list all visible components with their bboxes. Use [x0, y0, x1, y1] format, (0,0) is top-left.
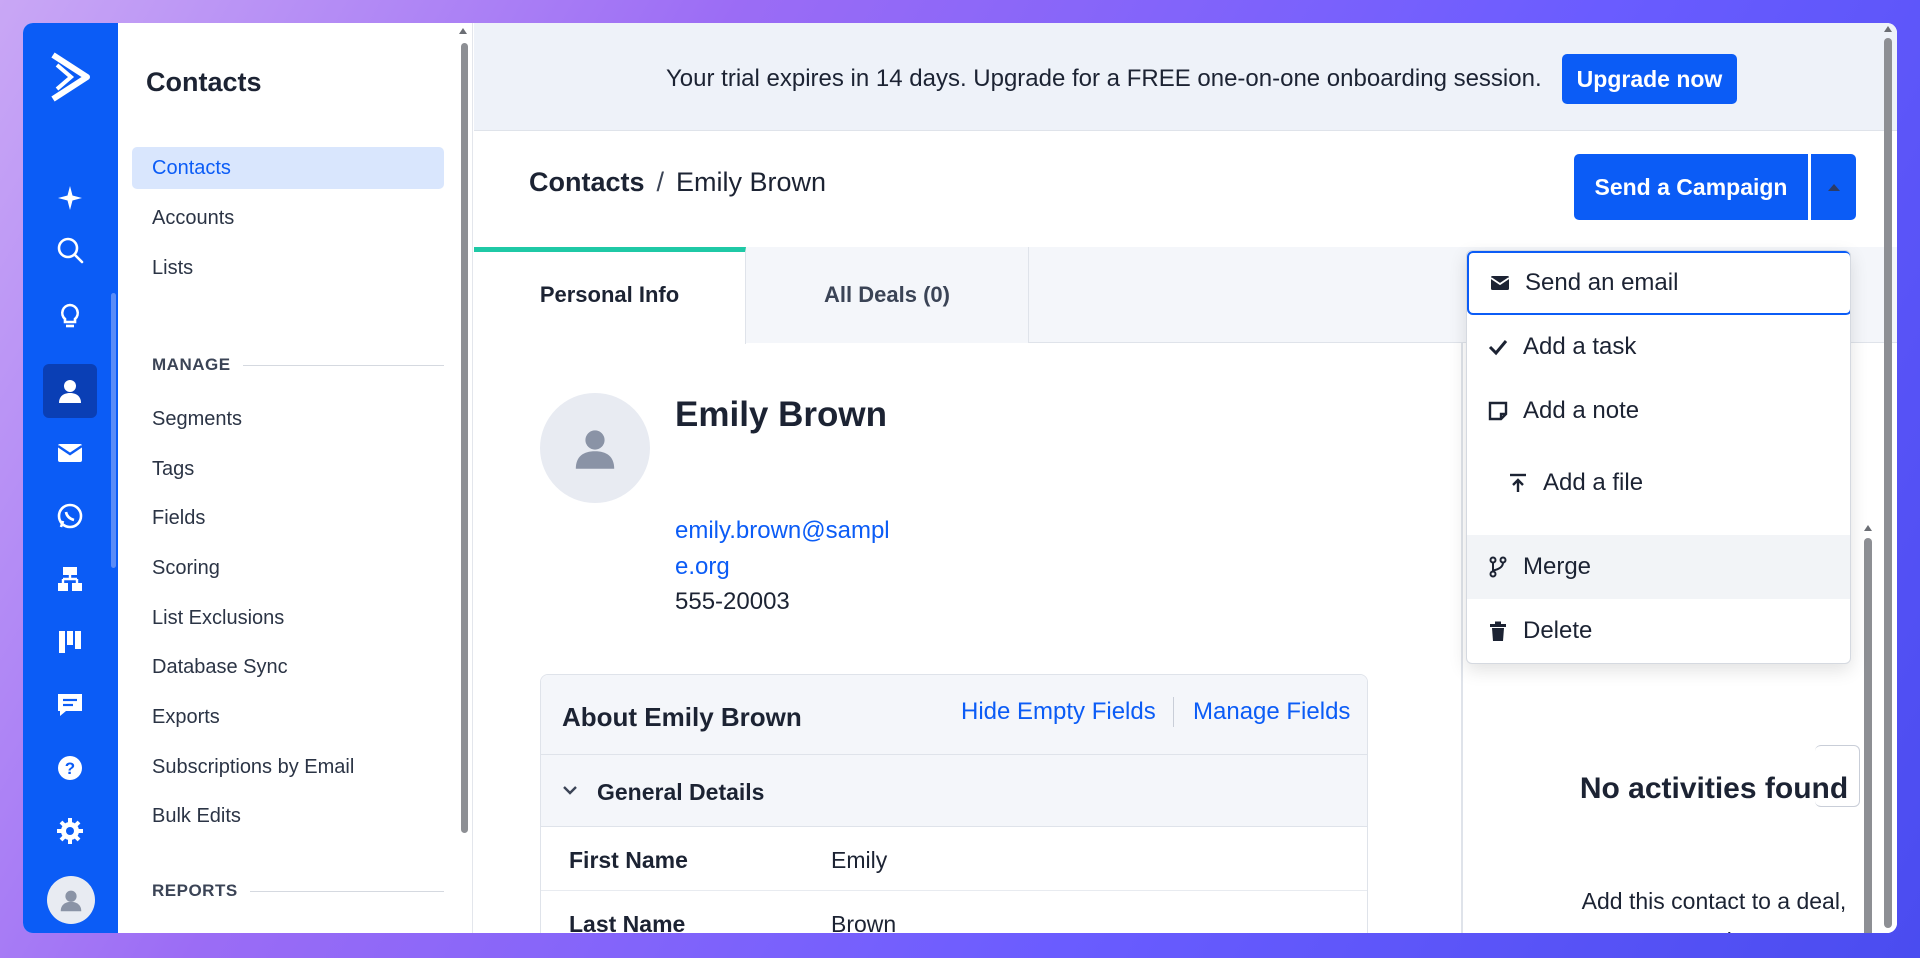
reports-section-header: REPORTS — [152, 881, 444, 901]
subnav-item-segments[interactable]: Segments — [132, 398, 444, 440]
breadcrumb-separator: / — [656, 167, 665, 197]
field-label: Last Name — [569, 911, 686, 933]
subnav-scrollbar[interactable] — [461, 43, 468, 833]
settings-icon[interactable] — [43, 804, 97, 858]
envelope-icon — [1489, 272, 1511, 294]
menu-item-add-note[interactable]: Add a note — [1467, 379, 1850, 443]
field-value[interactable]: Emily — [831, 847, 887, 874]
trial-banner-text: Your trial expires in 14 days. Upgrade f… — [666, 65, 1542, 92]
page-scrollbar[interactable] — [1884, 38, 1892, 928]
icon-rail: ? — [23, 23, 118, 933]
contact-name: Emily Brown — [675, 395, 887, 434]
subnav-item-bulk-edits[interactable]: Bulk Edits — [132, 795, 444, 837]
automations-icon[interactable] — [43, 552, 97, 606]
subnav-item-accounts[interactable]: Accounts — [132, 197, 444, 239]
about-card: About Emily Brown Hide Empty Fields Mana… — [540, 674, 1368, 933]
about-title: About Emily Brown — [562, 702, 802, 732]
field-row: Last Name Brown — [541, 891, 1367, 933]
subnav-item-list-exclusions[interactable]: List Exclusions — [132, 597, 444, 639]
trial-banner: Your trial expires in 14 days. Upgrade f… — [474, 23, 1897, 131]
menu-item-merge[interactable]: Merge — [1467, 535, 1850, 599]
contact-phone: 555-20003 — [675, 588, 790, 615]
whatsapp-icon[interactable] — [43, 489, 97, 543]
search-icon[interactable] — [43, 223, 97, 277]
menu-item-add-task[interactable]: Add a task — [1467, 315, 1850, 379]
campaign-actions-menu: Send an email Add a task Add a note Add … — [1466, 250, 1851, 664]
subnav-item-scoring[interactable]: Scoring — [132, 547, 444, 589]
send-campaign-button[interactable]: Send a Campaign — [1574, 154, 1808, 220]
checkmark-icon — [1487, 336, 1509, 358]
breadcrumb-contacts-link[interactable]: Contacts — [529, 167, 645, 197]
field-label: First Name — [569, 847, 688, 873]
link-divider — [1173, 697, 1174, 727]
lightbulb-icon[interactable] — [43, 289, 97, 343]
subnav-item-fields[interactable]: Fields — [132, 497, 444, 539]
app-window: ? Contacts Contacts Accounts Lists MANAG… — [23, 23, 1897, 933]
email-icon[interactable] — [43, 426, 97, 480]
contact-email-link[interactable]: emily.brown@sample.org — [675, 513, 895, 585]
menu-item-add-file[interactable]: Add a file — [1467, 451, 1850, 515]
menu-item-send-email[interactable]: Send an email — [1467, 251, 1850, 315]
manage-section-header: MANAGE — [152, 355, 444, 375]
breadcrumb-current: Emily Brown — [676, 167, 827, 197]
contacts-icon[interactable] — [43, 364, 97, 418]
general-details-toggle[interactable]: General Details — [541, 755, 1367, 827]
conversations-icon[interactable] — [43, 678, 97, 732]
subnav-scroll-up-arrow[interactable] — [459, 28, 467, 34]
menu-item-label: Add a task — [1523, 333, 1637, 360]
chevron-down-icon — [563, 786, 577, 795]
page-scroll-up-arrow[interactable] — [1884, 26, 1892, 32]
no-activities-text: Add this contact to a deal, automation o… — [1581, 888, 1847, 933]
subnav-item-subscriptions-by-email[interactable]: Subscriptions by Email — [132, 746, 444, 788]
no-activities-title: No activities found — [1579, 772, 1849, 805]
menu-item-label: Add a file — [1543, 469, 1644, 496]
activity-scroll-up-arrow[interactable] — [1864, 525, 1872, 531]
subnav-item-exports[interactable]: Exports — [132, 696, 444, 738]
tab-all-deals[interactable]: All Deals (0) — [746, 247, 1029, 343]
breadcrumb: Contacts / Emily Brown — [529, 167, 826, 198]
hide-empty-fields-link[interactable]: Hide Empty Fields — [961, 698, 1156, 726]
field-row: First Name Emily — [541, 827, 1367, 891]
trash-icon — [1487, 620, 1509, 642]
merge-icon — [1487, 556, 1509, 578]
help-icon[interactable]: ? — [43, 741, 97, 795]
menu-item-label: Add a note — [1523, 397, 1640, 424]
menu-item-label: Send an email — [1525, 269, 1679, 296]
user-avatar[interactable] — [47, 876, 95, 924]
menu-item-delete[interactable]: Delete — [1467, 599, 1850, 663]
contact-avatar[interactable] — [540, 393, 650, 503]
subnav-item-contacts[interactable]: Contacts — [132, 147, 444, 189]
about-card-header: About Emily Brown Hide Empty Fields Mana… — [541, 675, 1367, 755]
menu-item-label: Merge — [1523, 553, 1592, 580]
rail-scrollbar[interactable] — [111, 293, 116, 568]
subnav-item-lists[interactable]: Lists — [132, 247, 444, 289]
note-icon — [1487, 400, 1509, 422]
caret-up-icon — [1827, 183, 1840, 191]
activity-scrollbar[interactable] — [1864, 538, 1872, 933]
manage-fields-link[interactable]: Manage Fields — [1193, 698, 1350, 726]
subnav-item-contact-performance[interactable]: Contact Performance — [132, 922, 444, 933]
contacts-subnav: Contacts Contacts Accounts Lists MANAGE … — [118, 23, 473, 933]
sparkle-icon[interactable] — [43, 171, 97, 225]
deals-icon[interactable] — [43, 615, 97, 669]
svg-text:?: ? — [65, 759, 75, 778]
field-value[interactable]: Brown — [831, 911, 896, 933]
subnav-item-tags[interactable]: Tags — [132, 448, 444, 490]
menu-item-label: Delete — [1523, 617, 1593, 644]
upload-icon — [1507, 472, 1529, 494]
upgrade-now-button[interactable]: Upgrade now — [1562, 54, 1737, 104]
campaign-caret-button[interactable] — [1811, 154, 1856, 220]
subnav-title: Contacts — [146, 67, 262, 97]
tab-personal-info[interactable]: Personal Info — [474, 247, 746, 344]
general-details-label: General Details — [597, 779, 765, 805]
subnav-item-database-sync[interactable]: Database Sync — [132, 646, 444, 688]
logo-icon[interactable] — [49, 51, 93, 103]
